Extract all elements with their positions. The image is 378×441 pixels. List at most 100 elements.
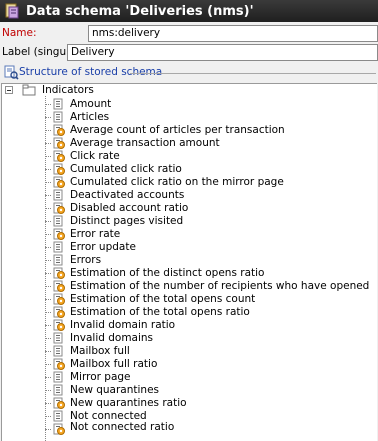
tree-item[interactable]: Deactivated accounts — [2, 189, 377, 202]
field-icon — [52, 98, 66, 110]
tree-branch-line — [45, 130, 51, 131]
structure-section-title[interactable]: Structure of stored schema — [19, 66, 162, 78]
field-icon — [52, 384, 66, 396]
tree-branch-line — [45, 260, 51, 261]
tree-item[interactable]: Distinct pages visited — [2, 215, 377, 228]
tree-branch-line — [45, 208, 51, 209]
tree-item[interactable]: Mirror page — [2, 371, 377, 384]
tree-root-label: Indicators — [42, 84, 94, 96]
tree-branch-line — [45, 247, 51, 248]
tree-branch-line — [45, 169, 51, 170]
section-divider — [130, 73, 376, 74]
tree-branch-line — [45, 273, 51, 274]
tree-branch-line — [45, 286, 51, 287]
tree-item[interactable]: Mailbox full — [2, 345, 377, 358]
tree-item-label: Invalid domain ratio — [70, 319, 176, 331]
tree-item-label: Errors — [70, 254, 102, 266]
tree-item-label: Articles — [70, 111, 110, 123]
computed-field-icon — [52, 228, 66, 240]
field-icon — [52, 345, 66, 357]
tree-item-label: New quarantines — [70, 384, 160, 396]
tree-branch-line — [45, 234, 51, 235]
tree-item-label: Average count of articles per transactio… — [70, 124, 285, 136]
tree-item[interactable]: Estimation of the total opens ratio — [2, 306, 377, 319]
tree-branch-line — [45, 364, 51, 365]
name-field[interactable]: nms:delivery — [88, 25, 378, 42]
computed-field-icon — [52, 423, 66, 435]
name-row: Name: nms:delivery — [0, 25, 378, 43]
computed-field-icon — [52, 280, 66, 292]
tree-item-label: Cumulated click ratio on the mirror page — [70, 176, 284, 188]
tree-item-label: Estimation of the total opens ratio — [70, 306, 250, 318]
tree-item[interactable]: Disabled account ratio — [2, 202, 377, 215]
tree-item[interactable]: New quarantines — [2, 384, 377, 397]
collapse-toggle-icon[interactable] — [5, 86, 13, 94]
tree-item-label: Click rate — [70, 150, 120, 162]
tree-item[interactable]: Estimation of the total opens count — [2, 293, 377, 306]
tree-branch-line — [45, 403, 51, 404]
tree-item-label: New quarantines ratio — [70, 397, 187, 409]
tree-item[interactable]: Cumulated click ratio — [2, 163, 377, 176]
tree-branch-line — [45, 338, 51, 339]
folder-icon — [22, 84, 36, 96]
field-icon — [52, 410, 66, 422]
tree-item[interactable]: Invalid domains — [2, 332, 377, 345]
tree-branch-line — [45, 221, 51, 222]
window-title-bar: Data schema 'Deliveries (nms)' — [0, 0, 378, 22]
tree-item[interactable]: Average transaction amount — [2, 137, 377, 150]
tree-item-label: Disabled account ratio — [70, 202, 189, 214]
tree-item-label: Deactivated accounts — [70, 189, 185, 201]
tree-item[interactable]: Mailbox full ratio — [2, 358, 377, 371]
tree-branch-line — [45, 104, 51, 105]
tree-item-label: Estimation of the total opens count — [70, 293, 256, 305]
tree-item-label: Mailbox full — [70, 345, 130, 357]
tree-item[interactable]: Amount — [2, 98, 377, 111]
tree-item[interactable]: Invalid domain ratio — [2, 319, 377, 332]
tree-branch-line — [45, 377, 51, 378]
tree-item[interactable]: New quarantines ratio — [2, 397, 377, 410]
tree-branch-line — [45, 143, 51, 144]
tree-item-label: Estimation of the distinct opens ratio — [70, 267, 265, 279]
tree-item[interactable]: Error rate — [2, 228, 377, 241]
tree-item[interactable]: Average count of articles per transactio… — [2, 124, 377, 137]
label-singular-field[interactable]: Delivery — [67, 44, 378, 61]
computed-field-icon — [52, 293, 66, 305]
tree-item[interactable]: Estimation of the distinct opens ratio — [2, 267, 377, 280]
tree-item[interactable]: Not connected — [2, 410, 377, 423]
name-label: Name: — [2, 27, 37, 39]
tree-branch-line — [45, 325, 51, 326]
tree-item-label: Distinct pages visited — [70, 215, 184, 227]
tree-branch-line — [45, 390, 51, 391]
computed-field-icon — [52, 306, 66, 318]
field-icon — [52, 241, 66, 253]
field-icon — [52, 332, 66, 344]
structure-section-header: Structure of stored schema — [0, 63, 378, 83]
computed-field-icon — [52, 137, 66, 149]
tree-item[interactable]: Cumulated click ratio on the mirror page — [2, 176, 377, 189]
field-icon — [52, 111, 66, 123]
computed-field-icon — [52, 358, 66, 370]
tree-item-label: Invalid domains — [70, 332, 154, 344]
tree-item-label: Mirror page — [70, 371, 131, 383]
tree-item[interactable]: Not connected ratio — [2, 421, 377, 436]
computed-field-icon — [52, 150, 66, 162]
computed-field-icon — [52, 319, 66, 331]
computed-field-icon — [52, 267, 66, 279]
tree-branch-line — [45, 351, 51, 352]
tree-item[interactable]: Error update — [2, 241, 377, 254]
field-icon — [52, 371, 66, 383]
schema-tree[interactable]: Indicators Amount Articles Average count o… — [1, 83, 377, 441]
label-singular-row: Label (singular): Delivery — [0, 44, 378, 62]
tree-branch-line — [45, 117, 51, 118]
tree-item[interactable]: Errors — [2, 254, 377, 267]
tree-item-label: Mailbox full ratio — [70, 358, 158, 370]
tree-branch-line — [45, 182, 51, 183]
tree-item-label: Amount — [70, 98, 112, 110]
tree-branch-line — [45, 312, 51, 313]
tree-item[interactable]: Estimation of the number of recipients w… — [2, 280, 377, 293]
tree-item[interactable]: Articles — [2, 111, 377, 124]
structure-search-icon — [4, 65, 19, 80]
window-title: Data schema 'Deliveries (nms)' — [26, 3, 254, 19]
tree-root-indicators[interactable]: Indicators — [2, 84, 377, 97]
tree-item[interactable]: Click rate — [2, 150, 377, 163]
